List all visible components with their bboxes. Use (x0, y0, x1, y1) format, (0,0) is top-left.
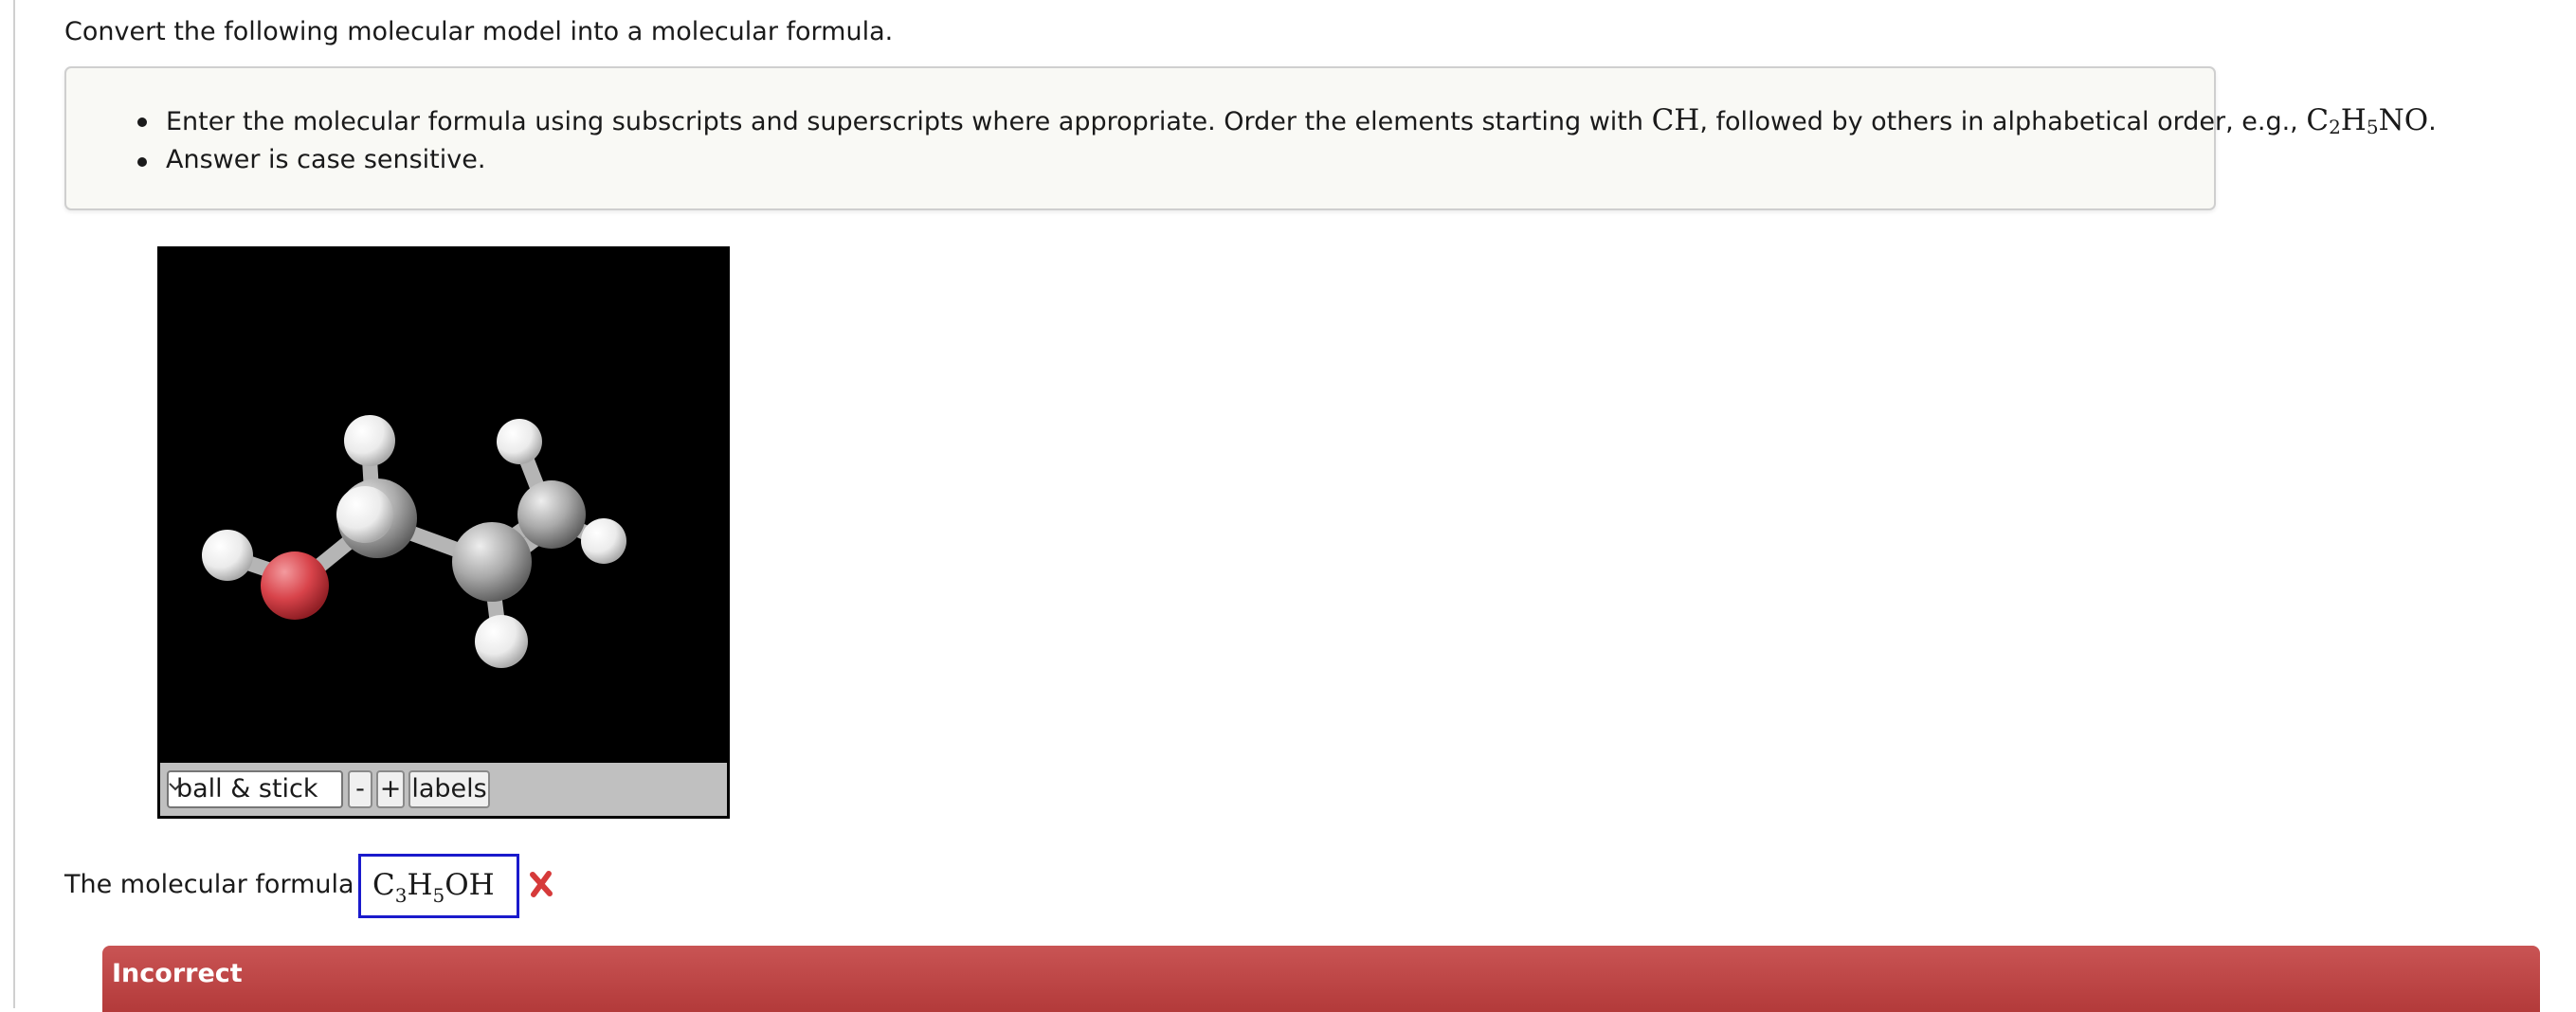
red-x-icon (530, 871, 553, 897)
question-page: Convert the following molecular model in… (13, 0, 2576, 1012)
formula-input[interactable]: C3H5OH (358, 854, 519, 918)
instruction-item-formula: Enter the molecular formula using subscr… (137, 101, 2437, 141)
molecule-canvas[interactable] (160, 249, 727, 761)
hydrogen-atom-c1-front (336, 486, 393, 543)
question-text: Convert the following molecular model in… (64, 17, 894, 46)
instructions-list: Enter the molecular formula using subscr… (137, 101, 2437, 179)
instruction-item-case: Answer is case sensitive. (137, 141, 2437, 179)
hydrogen-atom-c3-right (581, 518, 626, 564)
instruction-text-middle: , followed by others in alphabetical ord… (1699, 107, 2307, 136)
labels-button[interactable]: labels (408, 770, 490, 808)
instructions-box: Enter the molecular formula using subscr… (64, 66, 2437, 210)
feedback-header: Incorrect (102, 946, 2540, 1012)
zoom-in-button[interactable]: + (376, 770, 405, 808)
carbon-atom-c3 (517, 480, 586, 549)
model-style-value: ball & stick (176, 774, 318, 804)
ch-math: CH (1651, 103, 1700, 137)
molecule-viewer[interactable]: ball & stick - + labels (157, 246, 730, 819)
oxygen-atom (261, 551, 329, 620)
chevron-down-icon (169, 783, 182, 791)
hydrogen-atom-c3-top (497, 419, 542, 464)
example-formula: C2H5NO (2306, 103, 2429, 138)
zoom-out-button[interactable]: - (348, 770, 372, 808)
instruction-text: Enter the molecular formula using subscr… (166, 107, 1652, 136)
hydrogen-atom-c2-bottom (475, 615, 528, 668)
hydrogen-atom-ho (202, 530, 253, 581)
hydrogen-atom-c1-top (344, 415, 395, 466)
model-style-select[interactable]: ball & stick (167, 770, 343, 808)
viewer-toolbar: ball & stick - + labels (160, 763, 727, 816)
feedback-title: Incorrect (112, 959, 243, 988)
carbon-atom-c2 (452, 522, 532, 602)
answer-label: The molecular formula is (64, 870, 383, 899)
